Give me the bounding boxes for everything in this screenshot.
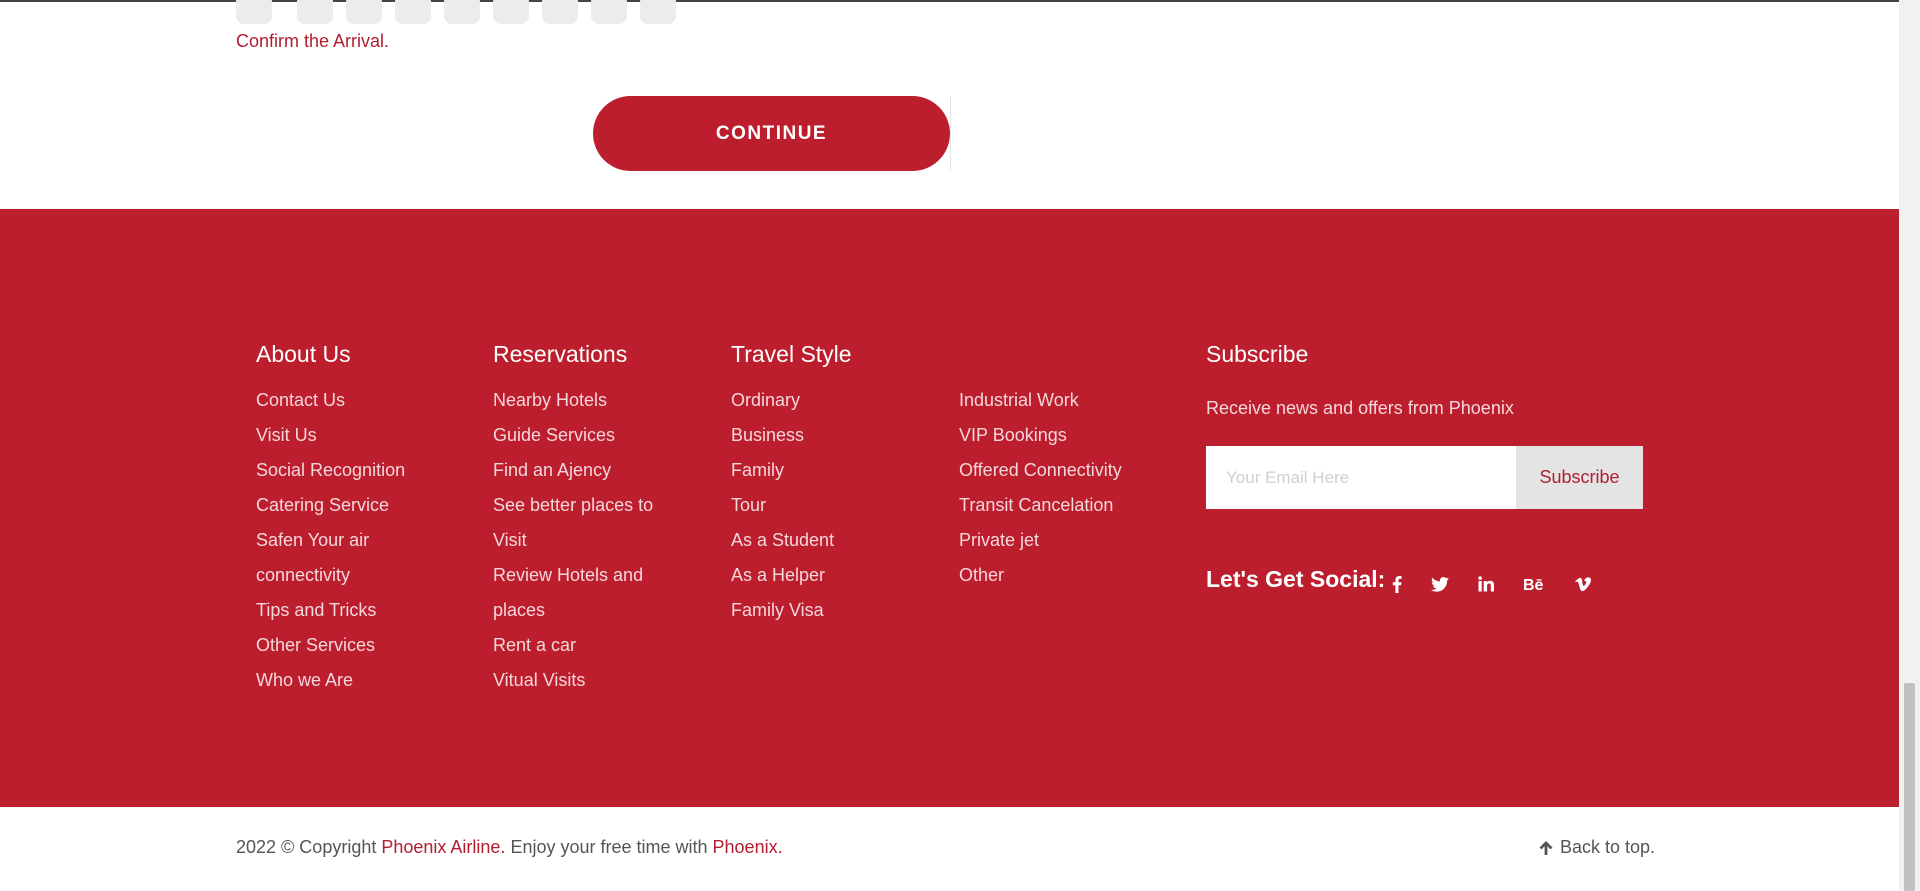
vimeo-icon[interactable] [1570,571,1596,597]
step-pill[interactable] [236,0,272,24]
footer-link[interactable]: Business [731,425,804,445]
brand-link[interactable]: Phoenix Airline. [381,837,505,857]
footer-link[interactable]: Who we Are [256,670,353,690]
footer-link[interactable]: places [493,600,545,620]
step-pill[interactable] [444,0,480,24]
about-us-list: Contact Us Visit Us Social Recognition C… [256,383,405,698]
email-input[interactable] [1206,446,1516,509]
footer-link[interactable]: Nearby Hotels [493,390,607,410]
copyright-middle: Enjoy your free time with [505,837,713,857]
footer-link[interactable]: Rent a car [493,635,576,655]
footer-link[interactable]: Transit Cancelation [959,495,1113,515]
footer-link[interactable]: connectivity [256,565,350,585]
step-pill[interactable] [297,0,333,24]
top-border [0,0,1899,2]
twitter-icon[interactable] [1427,571,1453,597]
footer-link[interactable]: As a Helper [731,565,825,585]
footer-link[interactable]: As a Student [731,530,834,550]
step-pill[interactable] [640,0,676,24]
subscribe-heading: Subscribe [1206,341,1309,367]
arrow-up-icon [1539,840,1553,855]
footer-link[interactable]: Tour [731,495,766,515]
about-us-heading: About Us [256,341,351,367]
footer-link[interactable]: Find an Ajency [493,460,611,480]
continue-button[interactable]: CONTINUE [593,96,950,171]
behance-icon[interactable]: Bē [1519,571,1551,597]
scrollbar-thumb[interactable] [1904,683,1915,891]
bottom-bar: 2022 © Copyright Phoenix Airline. Enjoy … [0,807,1899,891]
subscribe-description: Receive news and offers from Phoenix [1206,398,1514,418]
divider [950,96,951,171]
footer-link[interactable]: Review Hotels and [493,565,643,585]
footer-link[interactable]: Industrial Work [959,390,1079,410]
site-footer: About Us Contact Us Visit Us Social Reco… [0,209,1899,807]
reservations-heading: Reservations [493,341,628,367]
travel-style-heading: Travel Style [731,341,852,367]
footer-link[interactable]: Contact Us [256,390,345,410]
copyright-text: 2022 © Copyright Phoenix Airline. Enjoy … [236,837,783,858]
footer-link[interactable]: Family [731,460,784,480]
footer-link[interactable]: Catering Service [256,495,389,515]
svg-text:Bē: Bē [1523,577,1544,592]
footer-link[interactable]: Ordinary [731,390,800,410]
footer-link[interactable]: Safen Your air [256,530,369,550]
travel-style-list: Ordinary Business Family Tour As a Stude… [731,383,834,628]
facebook-icon[interactable] [1384,571,1410,597]
step-pill[interactable] [493,0,529,24]
brand-link-2[interactable]: Phoenix. [713,837,783,857]
step-pill[interactable] [542,0,578,24]
social-label: Let's Get Social: [1206,566,1386,592]
footer-link[interactable]: Vitual Visits [493,670,585,690]
confirm-arrival-text: Confirm the Arrival. [236,31,390,51]
step-pill[interactable] [395,0,431,24]
footer-link[interactable]: Other Services [256,635,375,655]
footer-link[interactable]: Private jet [959,530,1039,550]
linkedin-icon[interactable] [1473,571,1499,597]
step-pill[interactable] [591,0,627,24]
back-to-top-label: Back to top. [1560,837,1656,857]
footer-link[interactable]: Family Visa [731,600,824,620]
subscribe-button[interactable]: Subscribe [1516,446,1643,509]
footer-link[interactable]: Guide Services [493,425,615,445]
step-pill[interactable] [346,0,382,24]
footer-link[interactable]: VIP Bookings [959,425,1067,445]
footer-link[interactable]: Tips and Tricks [256,600,376,620]
footer-link[interactable]: Visit [493,530,527,550]
back-to-top-link[interactable]: Back to top. [1538,837,1655,858]
footer-link[interactable]: Other [959,565,1004,585]
footer-link[interactable]: Social Recognition [256,460,405,480]
travel-style-list-2: Industrial Work VIP Bookings Offered Con… [959,383,1122,593]
copyright-prefix: 2022 © Copyright [236,837,382,857]
footer-link[interactable]: Offered Connectivity [959,460,1122,480]
reservations-list: Nearby Hotels Guide Services Find an Aje… [493,383,653,698]
footer-link[interactable]: See better places to [493,495,653,515]
footer-link[interactable]: Visit Us [256,425,317,445]
